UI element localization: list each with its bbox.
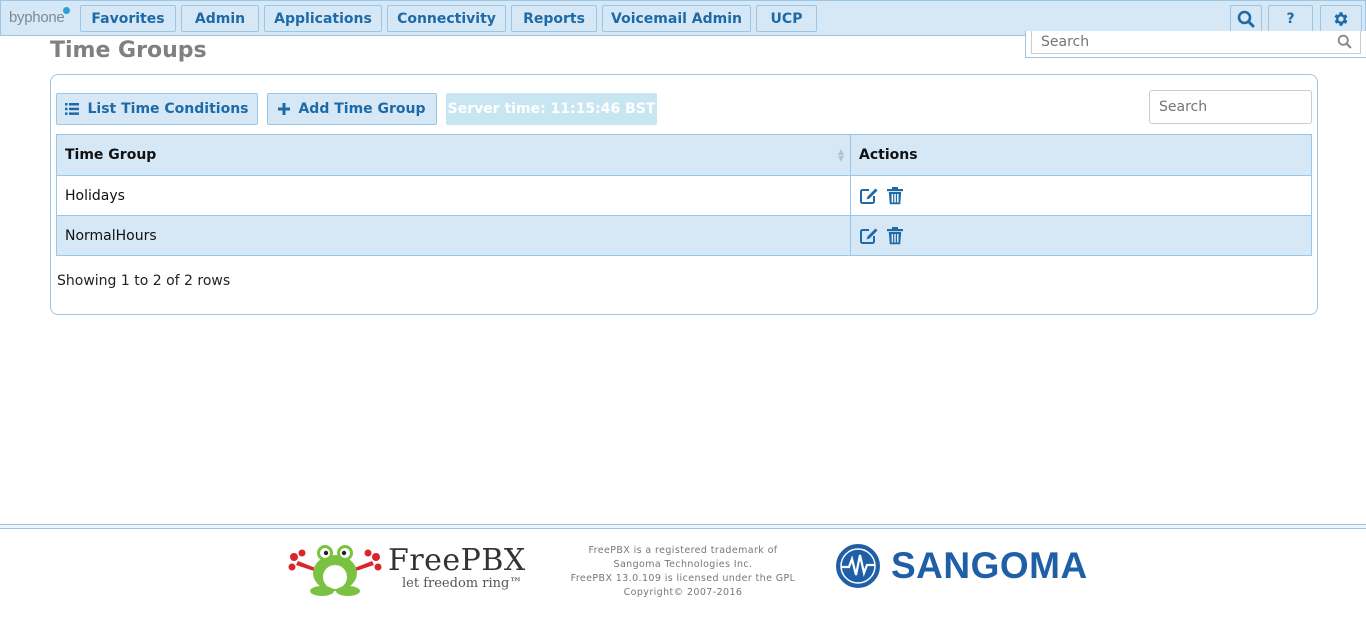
column-header-time-group-label: Time Group [65, 147, 157, 163]
brand-logo-dot [63, 7, 71, 14]
add-time-group-label: Add Time Group [298, 101, 426, 117]
column-header-actions: Actions [850, 134, 1312, 176]
brand-logo-text: byphone [9, 9, 65, 26]
legal-line: FreePBX is a registered trademark of [588, 545, 778, 556]
trash-icon[interactable] [887, 226, 903, 245]
freepbx-logo[interactable]: FreePBX let freedom ring™ [288, 543, 526, 597]
plus-icon [278, 103, 291, 115]
column-header-time-group[interactable]: Time Group ▲ ▼ [56, 134, 851, 176]
row-actions [859, 226, 1303, 245]
pagination-info: Showing 1 to 2 of 2 rows [57, 273, 231, 289]
actions-cell [850, 215, 1312, 256]
table-header-row: Time Group ▲ ▼ Actions [56, 134, 1312, 176]
footer-divider [0, 524, 1366, 529]
time-group-name-cell: NormalHours [56, 215, 851, 256]
actions-cell [850, 175, 1312, 216]
nav-admin[interactable]: Admin [181, 5, 259, 32]
freepbx-tagline: let freedom ring™ [402, 576, 523, 591]
gear-icon [1334, 12, 1348, 26]
table-row: NormalHours [56, 215, 1312, 256]
search-icon[interactable] [1337, 34, 1352, 49]
nav-connectivity[interactable]: Connectivity [387, 5, 506, 32]
legal-notice: FreePBX is a registered trademark of San… [570, 544, 796, 600]
time-groups-table: Time Group ▲ ▼ Actions Holidays NormalHo… [56, 134, 1312, 256]
nav-reports[interactable]: Reports [511, 5, 597, 32]
global-search-box [1031, 31, 1361, 54]
edit-icon[interactable] [859, 227, 879, 245]
list-time-conditions-label: List Time Conditions [87, 101, 249, 117]
server-time-badge: Server time: 11:15:46 BST [446, 93, 657, 125]
brand-logo[interactable]: byphone [9, 7, 71, 29]
settings-button[interactable] [1320, 5, 1362, 33]
time-groups-panel: List Time Conditions Add Time Group Serv… [50, 74, 1318, 315]
sangoma-globe-icon [836, 544, 880, 588]
legal-line: FreePBX 13.0.109 is licensed under the G… [570, 573, 796, 584]
help-button[interactable]: ? [1268, 5, 1313, 33]
table-row: Holidays [56, 175, 1312, 216]
edit-icon[interactable] [859, 187, 879, 205]
help-icon: ? [1286, 11, 1295, 27]
trash-icon[interactable] [887, 186, 903, 205]
sangoma-wordmark: SANGOMA [891, 545, 1088, 586]
column-header-actions-label: Actions [859, 147, 918, 163]
list-time-conditions-button[interactable]: List Time Conditions [56, 93, 258, 125]
legal-line: Sangoma Technologies Inc. [613, 559, 753, 570]
time-group-name-cell: Holidays [56, 175, 851, 216]
global-search-container [1025, 31, 1366, 58]
legal-line: Copyright© 2007-2016 [623, 587, 743, 598]
page-title: Time Groups [50, 38, 207, 63]
add-time-group-button[interactable]: Add Time Group [267, 93, 437, 125]
row-actions [859, 186, 1303, 205]
nav-favorites[interactable]: Favorites [80, 5, 176, 32]
nav-applications[interactable]: Applications [264, 5, 382, 32]
nav-voicemail-admin[interactable]: Voicemail Admin [602, 5, 751, 32]
list-icon [65, 103, 80, 115]
table-search-input[interactable] [1149, 90, 1312, 124]
nav-search-button[interactable] [1230, 5, 1262, 33]
global-search-input[interactable] [1032, 31, 1322, 53]
freepbx-wordmark: FreePBX [388, 543, 526, 578]
sangoma-logo[interactable]: SANGOMA [835, 543, 1140, 589]
server-time-label: Server time: 11:15:46 BST [447, 101, 656, 117]
search-icon [1237, 10, 1255, 28]
frog-icon [288, 545, 382, 596]
sort-icon: ▲ ▼ [837, 147, 844, 163]
nav-ucp[interactable]: UCP [756, 5, 817, 32]
